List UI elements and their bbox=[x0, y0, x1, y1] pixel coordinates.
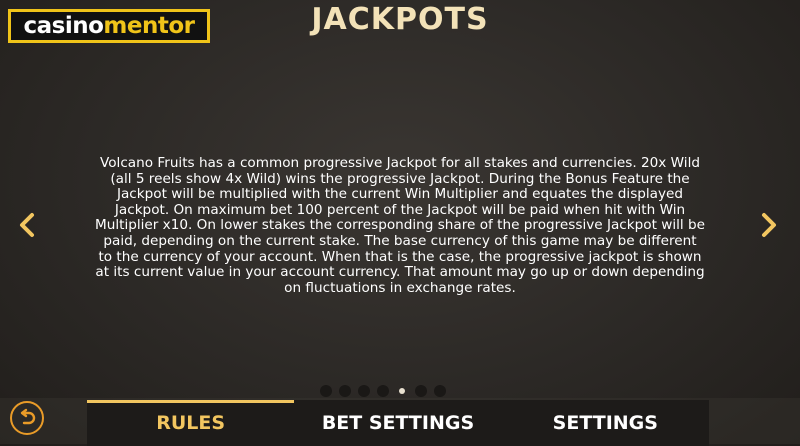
next-page-button[interactable] bbox=[754, 208, 784, 242]
undo-arrow-icon bbox=[20, 408, 36, 425]
page-dot[interactable] bbox=[377, 385, 389, 397]
tab-rules[interactable]: RULES bbox=[87, 400, 295, 446]
chevron-left-icon bbox=[20, 213, 34, 237]
page-dot-active[interactable] bbox=[399, 388, 405, 394]
jackpot-rules-text: Volcano Fruits has a common progressive … bbox=[95, 155, 706, 296]
page-dot[interactable] bbox=[434, 385, 446, 397]
page-dot[interactable] bbox=[339, 385, 351, 397]
page-dot[interactable] bbox=[320, 385, 332, 397]
back-button[interactable] bbox=[10, 401, 44, 435]
chevron-right-icon bbox=[762, 213, 776, 237]
tab-settings[interactable]: SETTINGS bbox=[502, 400, 709, 446]
page-dot[interactable] bbox=[415, 385, 427, 397]
tab-bar: RULES BET SETTINGS SETTINGS bbox=[87, 400, 709, 446]
tab-bet-settings[interactable]: BET SETTINGS bbox=[294, 400, 501, 446]
page-dot[interactable] bbox=[358, 385, 370, 397]
prev-page-button[interactable] bbox=[12, 208, 42, 242]
page-indicator bbox=[320, 384, 446, 398]
page-title: JACKPOTS bbox=[311, 2, 489, 37]
